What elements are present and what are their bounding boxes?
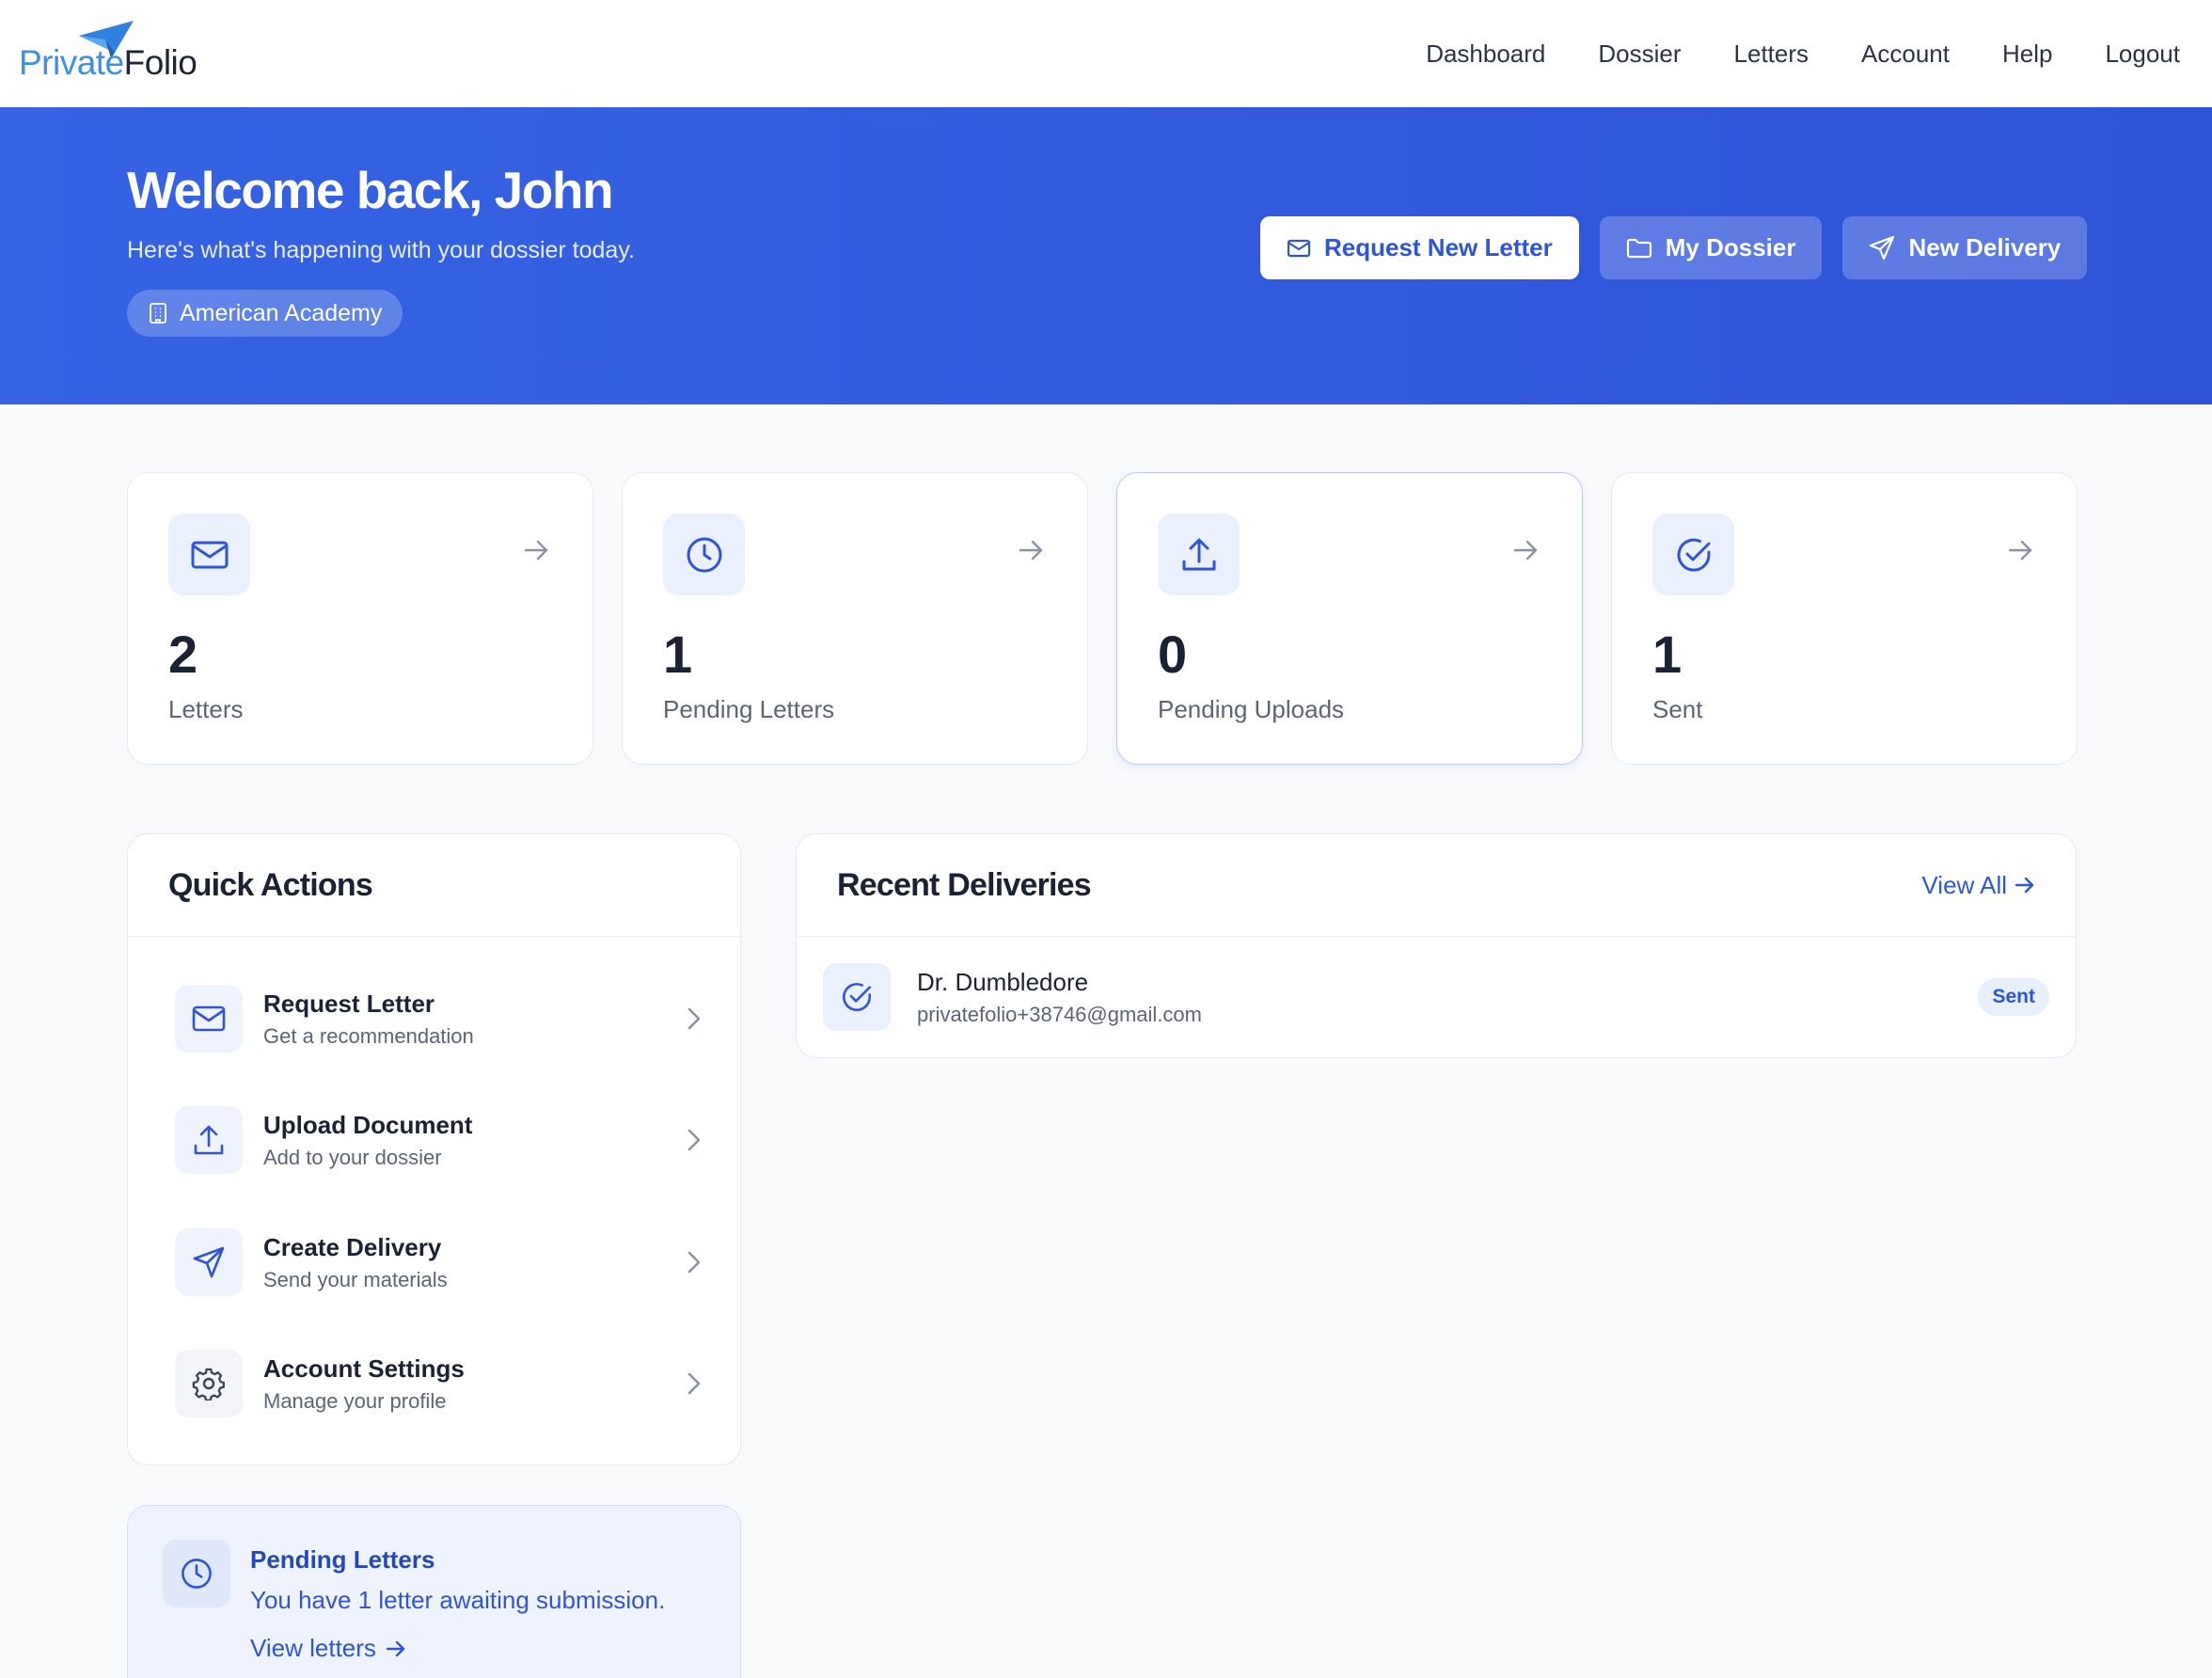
nav-dossier[interactable]: Dossier — [1598, 40, 1681, 69]
quick-action-upload-document[interactable]: Upload Document Add to your dossier — [175, 1106, 702, 1174]
recent-deliveries-title: Recent Deliveries — [837, 866, 1092, 903]
brand-name-part2: Folio — [123, 43, 198, 82]
quick-action-account-settings[interactable]: Account Settings Manage your profile — [175, 1350, 702, 1417]
welcome-title: Welcome back, John — [127, 161, 614, 219]
hero-actions: Request New Letter My Dossier New Delive… — [1260, 216, 2088, 279]
nav-account[interactable]: Account — [1861, 40, 1950, 69]
gear-icon — [175, 1350, 243, 1417]
stat-value: 0 — [1158, 625, 1188, 684]
quick-action-subtitle: Manage your profile — [263, 1388, 447, 1413]
my-dossier-label: My Dossier — [1665, 233, 1796, 261]
quick-actions-title: Quick Actions — [128, 834, 740, 937]
send-icon — [175, 1228, 243, 1296]
delivery-recipient: Dr. Dumbledore — [917, 967, 1089, 996]
folder-icon — [1626, 238, 1651, 258]
stat-label: Sent — [1652, 695, 1703, 723]
view-all-label: View All — [1921, 870, 2007, 899]
upload-icon — [1158, 514, 1240, 595]
stat-label: Pending Letters — [663, 695, 835, 723]
new-delivery-button[interactable]: New Delivery — [1842, 216, 2088, 279]
welcome-banner: Welcome back, John Here's what's happeni… — [0, 107, 2212, 404]
clock-icon — [663, 514, 745, 595]
send-icon — [1870, 235, 1895, 260]
recent-deliveries-card: Recent Deliveries View All Dr. Dumbledor… — [796, 833, 2077, 1058]
top-navbar: PrivateFolio Dashboard Dossier Letters A… — [0, 0, 2212, 107]
arrow-right-icon — [2014, 877, 2034, 894]
arrow-right-icon — [1513, 540, 1538, 561]
chevron-right-icon — [687, 1129, 701, 1151]
welcome-subtitle: Here's what's happening with your dossie… — [127, 237, 635, 263]
quick-action-subtitle: Add to your dossier — [263, 1145, 442, 1169]
clock-icon — [163, 1540, 230, 1607]
new-delivery-label: New Delivery — [1908, 233, 2062, 261]
quick-action-subtitle: Send your materials — [263, 1267, 448, 1291]
upload-icon — [175, 1106, 243, 1174]
recent-deliveries-header: Recent Deliveries View All — [797, 834, 2076, 937]
nav-help[interactable]: Help — [2002, 40, 2052, 69]
chevron-right-icon — [687, 1372, 701, 1395]
stats-row: 2 Letters 1 Pending Letters 0 Pending Up… — [127, 472, 2078, 765]
mail-icon — [168, 514, 250, 595]
institution-name: American Academy — [180, 299, 383, 326]
my-dossier-button[interactable]: My Dossier — [1599, 216, 1823, 279]
pending-letters-notice: Pending Letters You have 1 letter awaiti… — [127, 1505, 741, 1678]
building-icon — [150, 303, 166, 324]
stat-label: Pending Uploads — [1158, 695, 1345, 723]
nav-logout[interactable]: Logout — [2105, 40, 2180, 69]
chevron-right-icon — [687, 1251, 701, 1274]
view-all-link[interactable]: View All — [1921, 871, 2035, 900]
quick-action-title: Create Delivery — [263, 1232, 442, 1261]
quick-action-title: Request Letter — [263, 989, 435, 1018]
arrow-right-icon — [386, 1640, 405, 1656]
quick-action-request-letter[interactable]: Request Letter Get a recommendation — [175, 985, 702, 1053]
request-new-letter-label: Request New Letter — [1324, 233, 1553, 261]
quick-action-title: Account Settings — [263, 1353, 465, 1383]
arrow-right-icon — [2008, 540, 2032, 561]
stat-card-sent[interactable]: 1 Sent — [1611, 472, 2078, 765]
delivery-row[interactable]: Dr. Dumbledore privatefolio+38746@gmail.… — [823, 963, 2049, 1031]
delivery-email: privatefolio+38746@gmail.com — [917, 1002, 1202, 1026]
view-letters-link[interactable]: View letters — [250, 1634, 406, 1663]
stat-card-pending-uploads[interactable]: 0 Pending Uploads — [1116, 472, 1583, 765]
brand-name: PrivateFolio — [19, 43, 198, 83]
arrow-right-icon — [524, 540, 548, 561]
nav-dashboard[interactable]: Dashboard — [1426, 40, 1545, 69]
quick-actions-card: Quick Actions Request Letter Get a recom… — [127, 833, 741, 1465]
quick-action-create-delivery[interactable]: Create Delivery Send your materials — [175, 1228, 702, 1296]
main-nav: Dashboard Dossier Letters Account Help L… — [1426, 0, 2180, 107]
brand-name-part1: Private — [19, 43, 124, 82]
stat-label: Letters — [168, 695, 244, 723]
stat-card-pending-letters[interactable]: 1 Pending Letters — [622, 472, 1088, 765]
stat-value: 1 — [663, 625, 693, 684]
quick-action-title: Upload Document — [263, 1110, 473, 1139]
logo[interactable]: PrivateFolio — [19, 19, 207, 85]
pending-notice-message: You have 1 letter awaiting submission. — [250, 1586, 666, 1614]
arrow-right-icon — [1019, 540, 1043, 561]
chevron-right-icon — [687, 1007, 701, 1030]
request-new-letter-button[interactable]: Request New Letter — [1260, 216, 1579, 279]
stat-card-letters[interactable]: 2 Letters — [127, 472, 593, 765]
pending-notice-title: Pending Letters — [250, 1545, 435, 1574]
mail-icon — [1287, 239, 1311, 257]
mail-icon — [175, 985, 243, 1053]
quick-action-subtitle: Get a recommendation — [263, 1023, 474, 1048]
stat-value: 2 — [168, 625, 198, 684]
view-letters-label: View letters — [250, 1634, 376, 1662]
status-badge: Sent — [1978, 978, 2049, 1016]
check-circle-icon — [1652, 514, 1734, 595]
institution-badge: American Academy — [127, 290, 403, 337]
stat-value: 1 — [1652, 625, 1683, 684]
nav-letters[interactable]: Letters — [1734, 40, 1809, 69]
check-circle-icon — [823, 963, 891, 1031]
